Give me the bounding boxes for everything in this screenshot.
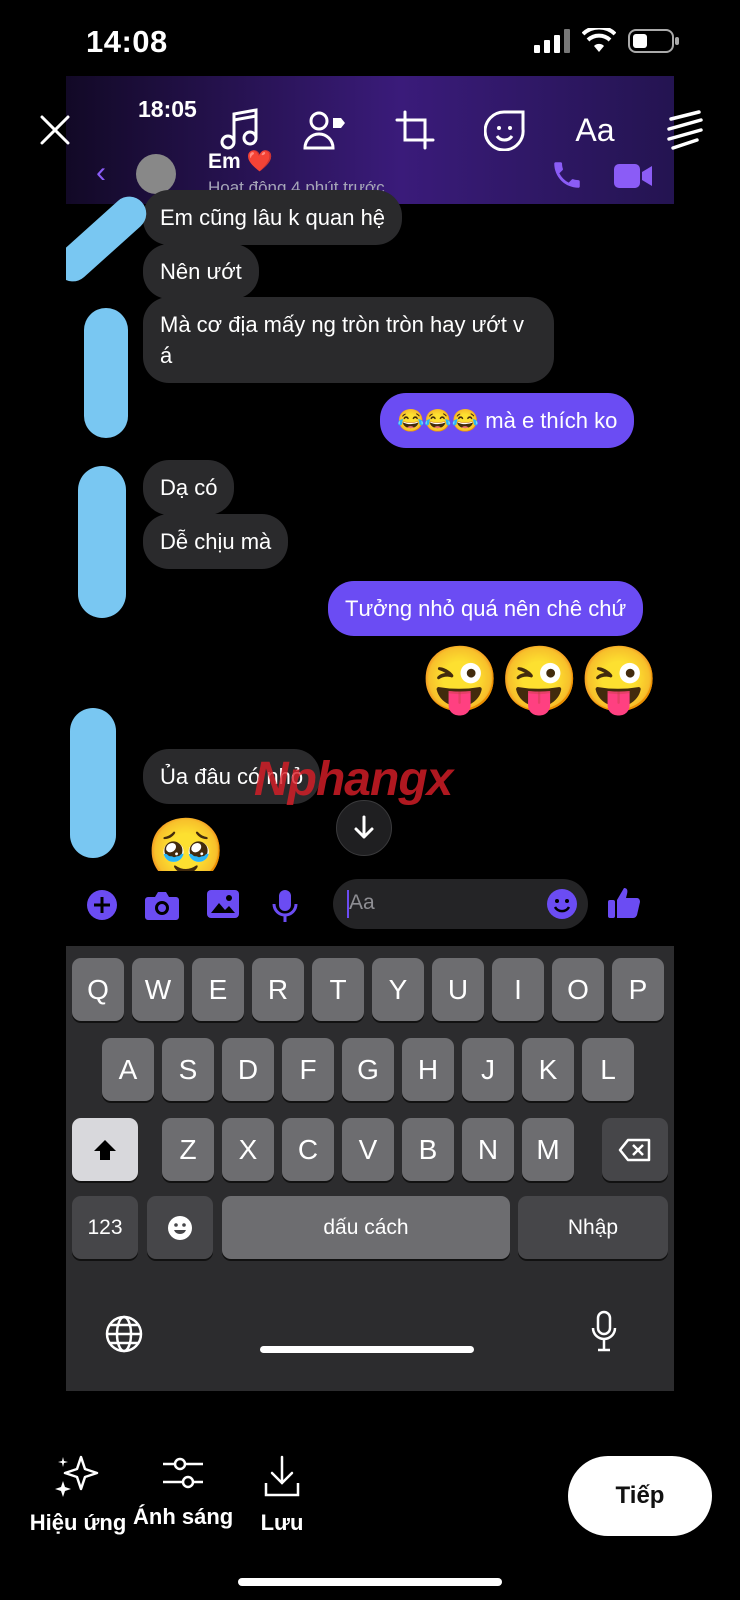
space-key: dấu cách [222,1196,510,1259]
like-icon [608,888,640,918]
key-k: K [522,1038,574,1101]
return-key: Nhập [518,1196,668,1259]
light-label: Ánh sáng [133,1504,234,1529]
key-n: N [462,1118,514,1181]
key-e: E [192,958,244,1021]
camera-icon [145,892,179,920]
download-icon [264,1455,300,1497]
key-l: L [582,1038,634,1101]
status-icons [534,28,680,54]
redaction-scribble [78,466,126,618]
watermark: Nphangx [254,753,453,806]
message-placeholder: Aa [349,891,375,914]
message-composer: Aa [66,871,674,946]
sticker-button[interactable] [475,100,535,160]
emoji-icon [547,889,577,919]
key-h: H [402,1038,454,1101]
key-j: J [462,1038,514,1101]
close-button[interactable] [25,100,85,160]
adjust-sliders-icon [163,1457,203,1489]
home-indicator [238,1578,502,1586]
key-d: D [222,1038,274,1101]
music-icon [220,108,258,150]
redaction-scribble [70,708,116,858]
sticker-icon [484,110,525,151]
gallery-icon [207,890,239,918]
arrow-down-icon [354,815,374,839]
key-r: R [252,958,304,1021]
key-m: M [522,1118,574,1181]
shift-icon [94,1139,116,1160]
message-bubble: Dạ có [143,460,235,515]
next-button[interactable]: Tiếp [568,1456,712,1536]
key-y: Y [372,958,424,1021]
effects-button[interactable]: Hiệu ứng [28,1455,128,1536]
crop-button[interactable] [385,100,445,160]
key-p: P [612,958,664,1021]
dictation-mic-icon [591,1310,617,1352]
message-bubble: Nên ướt [143,244,259,299]
emoji-message: 😜😜😜 [420,643,660,715]
key-g: G [342,1038,394,1101]
editor-toolbar: Aa [0,100,740,170]
inner-home-indicator [260,1346,474,1353]
key-v: V [342,1118,394,1181]
save-button[interactable]: Lưu [252,1455,312,1536]
key-s: S [162,1038,214,1101]
redaction-scribble [66,189,154,289]
save-label: Lưu [260,1510,304,1535]
tag-people-button[interactable] [295,100,355,160]
shift-key [72,1118,138,1181]
key-z: Z [162,1118,214,1181]
close-icon [40,115,70,145]
key-a: A [102,1038,154,1101]
message-bubble: Dễ chịu mà [143,514,289,569]
draw-icon [667,110,703,150]
keyboard: Q W E R T Y U I O P A S D F G H J K L Z … [66,946,674,1391]
key-x: X [222,1118,274,1181]
key-t: T [312,958,364,1021]
redaction-scribble [84,308,128,438]
numbers-key: 123 [72,1196,138,1259]
emoji-key [147,1196,213,1259]
message-bubble: 😂😂😂 mà e thích ko [380,393,635,448]
message-input: Aa [333,879,588,929]
text-button[interactable]: Aa [565,100,625,160]
sparkles-icon [55,1455,99,1497]
effects-label: Hiệu ứng [29,1510,127,1535]
microphone-icon [272,890,298,922]
key-u: U [432,958,484,1021]
globe-icon [105,1315,143,1353]
key-i: I [492,958,544,1021]
battery-icon [628,29,679,53]
crop-icon [395,110,435,150]
message-bubble: Mà cơ địa mấy ng tròn tròn hay ướt v á [143,297,554,383]
chat-screenshot: 18:05 ‹ Em ❤️ Hoạt động 4 phút trước Em … [66,76,674,1391]
key-b: B [402,1118,454,1181]
tag-people-icon [303,111,345,150]
backspace-icon [618,1138,651,1161]
message-bubble: Tưởng nhỏ quá nên chê chứ [328,581,644,636]
light-button[interactable]: Ánh sáng [133,1455,233,1530]
key-c: C [282,1118,334,1181]
status-time: 14:08 [86,24,168,59]
message-bubble: Em cũng lâu k quan hệ [143,190,403,245]
plus-circle-icon [87,890,117,920]
scroll-down-button [336,800,392,856]
signal-icon [534,29,570,53]
key-o: O [552,958,604,1021]
backspace-key [602,1118,668,1181]
key-w: W [132,958,184,1021]
draw-button[interactable] [655,100,715,160]
smiley-icon [168,1215,192,1240]
key-f: F [282,1038,334,1101]
wifi-icon [582,28,616,52]
music-button[interactable] [210,100,270,160]
key-q: Q [72,958,124,1021]
